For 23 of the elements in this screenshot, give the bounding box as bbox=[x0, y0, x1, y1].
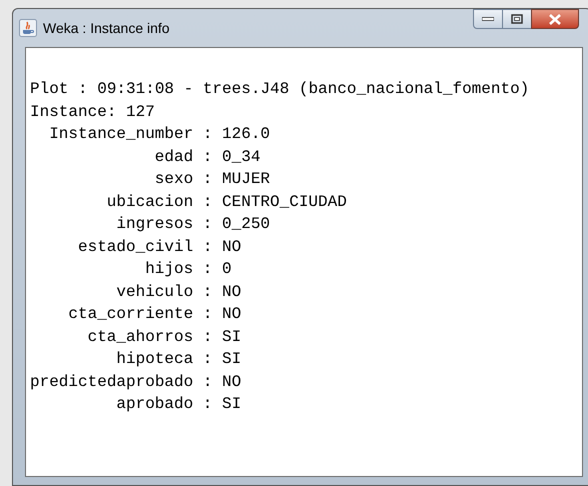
attribute-line: ingresos : 0_250 bbox=[116, 214, 270, 235]
attribute-line: vehiculo : NO bbox=[116, 282, 242, 302]
coffee-cup-icon bbox=[19, 19, 37, 37]
text-line: Instance: 127 bbox=[30, 102, 155, 120]
attribute-line: estado_civil : NO bbox=[78, 236, 242, 258]
text-line: Plot : 09:31:08 - trees.J48 (banco_nacional_fomento) bbox=[30, 80, 530, 98]
attribute-line: predictedaprobado : NO bbox=[30, 372, 242, 392]
attribute-line: ubicacion : CENTRO_CIUDAD bbox=[106, 192, 347, 212]
attribute-line: cta_corriente : NO bbox=[68, 304, 242, 325]
attribute-line: hijos : 0 bbox=[145, 259, 232, 280]
attribute-line: edad : 0_34 bbox=[154, 146, 260, 168]
minimize-button[interactable] bbox=[473, 9, 503, 29]
maximize-button[interactable] bbox=[503, 9, 531, 29]
attribute-line: aprobado : SI bbox=[116, 394, 242, 415]
window-title: Weka : Instance info bbox=[43, 18, 170, 38]
close-icon bbox=[549, 14, 561, 24]
maximize-icon bbox=[511, 14, 523, 24]
attribute-line: cta_ahorros : SI bbox=[88, 326, 242, 348]
attribute-line: sexo : MUJER bbox=[154, 169, 270, 190]
minimize-icon bbox=[482, 17, 494, 21]
attribute-line: Instance_number : 126.0 bbox=[49, 124, 270, 145]
close-button[interactable] bbox=[531, 9, 579, 29]
attribute-line: hipoteca : SI bbox=[116, 349, 242, 370]
